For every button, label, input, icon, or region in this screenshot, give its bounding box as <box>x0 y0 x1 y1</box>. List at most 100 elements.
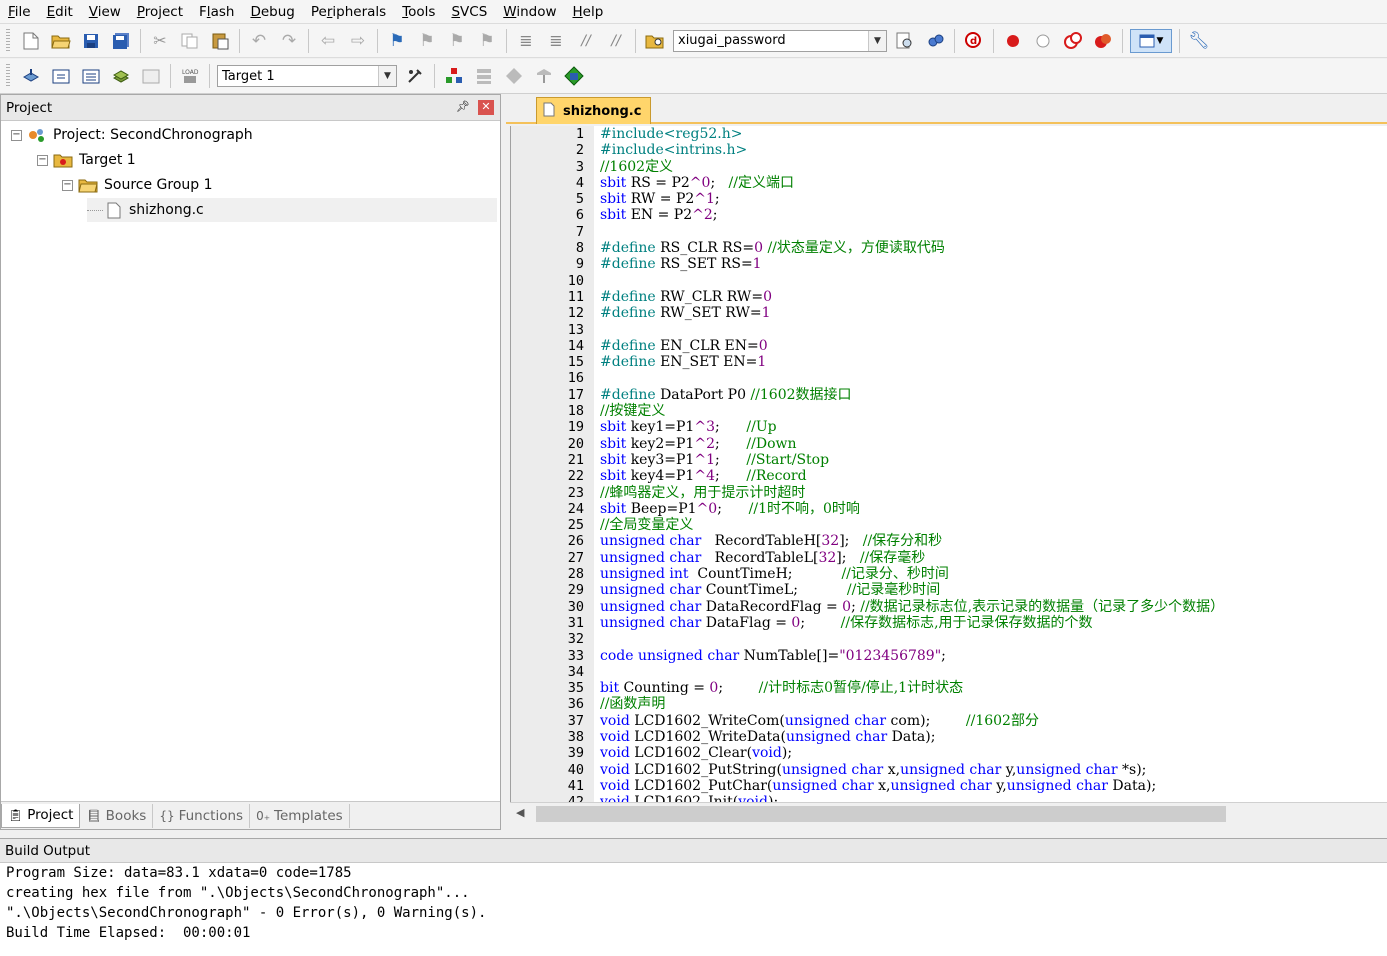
chevron-down-icon[interactable]: ▼ <box>868 30 886 51</box>
build-output-line: Build Time Elapsed: 00:00:01 <box>6 925 251 941</box>
previous-bookmark-icon[interactable]: ⚑ <box>415 29 439 53</box>
tab-project[interactable]: 📋︎ Project <box>1 803 81 828</box>
line-number: 12 <box>567 305 584 322</box>
translate-icon[interactable] <box>19 64 43 88</box>
chevron-down-icon[interactable]: ▼ <box>378 66 396 86</box>
menu-project[interactable]: Project <box>129 1 191 23</box>
menu-file[interactable]: File <box>0 1 39 23</box>
start-debug-icon[interactable]: d <box>962 29 986 53</box>
insert-breakpoint-icon[interactable] <box>1001 29 1025 53</box>
tab-shizhong-c[interactable]: shizhong.c <box>536 97 651 124</box>
menu-help[interactable]: Help <box>565 1 612 23</box>
tree-node-project[interactable]: − Project: SecondChronograph <box>11 123 253 147</box>
toolbar-grip[interactable] <box>6 28 10 53</box>
pack-installer-icon[interactable] <box>532 64 556 88</box>
comment-icon[interactable]: // <box>574 29 598 53</box>
tree-node-file[interactable]: shizhong.c <box>87 198 497 222</box>
collapse-toggle-icon[interactable]: − <box>11 129 22 141</box>
configure-icon[interactable]: 🔧︎ <box>1187 29 1211 53</box>
paste-icon[interactable] <box>208 29 232 53</box>
target-combo[interactable]: Target 1 ▼ <box>217 65 397 87</box>
line-number: 3 <box>575 158 584 175</box>
batch-build-icon[interactable] <box>109 64 133 88</box>
enable-breakpoint-icon[interactable] <box>1031 29 1055 53</box>
find-in-files-icon[interactable] <box>643 29 667 53</box>
tab-books[interactable]: 📘︎ Books <box>80 803 154 828</box>
menu-debug[interactable]: Debug <box>242 1 302 23</box>
tab-label: Templates <box>274 807 343 824</box>
cut-icon[interactable]: ✂ <box>148 29 172 53</box>
toolbar-grip[interactable] <box>6 64 10 88</box>
uncomment-icon[interactable]: // <box>604 29 628 53</box>
menu-svcs[interactable]: SVCS <box>443 1 495 23</box>
indent-icon[interactable]: ≣ <box>514 29 538 53</box>
window-layout-icon[interactable]: ▼ <box>1130 28 1172 53</box>
folder-icon <box>78 177 98 193</box>
tree-node-group[interactable]: − Source Group 1 <box>62 173 213 197</box>
find-combo[interactable]: xiugai_password ▼ <box>673 29 887 52</box>
disable-breakpoints-icon[interactable] <box>1061 29 1085 53</box>
save-all-icon[interactable] <box>109 29 133 53</box>
line-number: 29 <box>567 582 584 599</box>
close-icon[interactable]: ✕ <box>478 100 494 115</box>
next-bookmark-icon[interactable]: ⚑ <box>445 29 469 53</box>
line-number: 34 <box>567 663 584 680</box>
code-line: void LCD1602_Clear(void); <box>600 745 793 762</box>
scrollbar-thumb[interactable] <box>536 806 1226 822</box>
menu-flash[interactable]: Flash <box>191 1 242 23</box>
horizontal-scrollbar[interactable]: ◀ <box>510 802 1387 824</box>
navigate-forward-icon[interactable]: ⇨ <box>346 29 370 53</box>
copy-icon[interactable] <box>178 29 202 53</box>
save-icon[interactable] <box>79 29 103 53</box>
menu-peripherals[interactable]: Peripherals <box>303 1 394 23</box>
manage-rte-icon[interactable] <box>502 64 526 88</box>
tab-label: Project <box>27 807 74 823</box>
build-output-panel: Build Output Program Size: data=83.1 xda… <box>0 838 1387 956</box>
scroll-left-icon[interactable]: ◀ <box>516 806 524 819</box>
tab-templates[interactable]: 0₊ Templates <box>250 803 350 828</box>
pin-icon[interactable]: 📌︎ <box>456 100 470 113</box>
kill-breakpoints-icon[interactable] <box>1091 29 1115 53</box>
menu-window[interactable]: Window <box>495 1 564 23</box>
build-icon[interactable] <box>49 64 73 88</box>
download-icon[interactable]: LOAD <box>178 64 202 88</box>
target-options-icon[interactable] <box>403 64 427 88</box>
menu-view[interactable]: View <box>81 1 129 23</box>
select-packs-icon[interactable] <box>472 64 496 88</box>
find-icon[interactable] <box>893 29 917 53</box>
manage-project-items-icon[interactable] <box>442 64 466 88</box>
undo-icon[interactable]: ↶ <box>247 29 271 53</box>
build-output-text[interactable]: Program Size: data=83.1 xdata=0 code=178… <box>0 863 1387 943</box>
editor-panel: shizhong.c 1 2 3 4 5 6 7 8 9 10 11 12 13 14 15 16 17 18 19… <box>506 94 1387 830</box>
navigate-back-icon[interactable]: ⇦ <box>316 29 340 53</box>
rebuild-icon[interactable] <box>79 64 103 88</box>
line-number: 10 <box>567 272 584 289</box>
code-area[interactable]: #include<reg52.h> #include<intrins.h>//16… <box>594 126 1387 802</box>
tab-functions[interactable]: {} Functions <box>153 803 251 828</box>
incremental-find-icon[interactable] <box>923 29 947 53</box>
menu-tools[interactable]: Tools <box>394 1 443 23</box>
stop-build-icon[interactable] <box>139 64 163 88</box>
redo-icon[interactable]: ↷ <box>277 29 301 53</box>
code-line: #define RW_SET RW=1 <box>600 305 771 322</box>
collapse-toggle-icon[interactable]: − <box>62 179 73 191</box>
target-folder-icon <box>53 152 73 168</box>
build-output-line: creating hex file from ".\Objects\Second… <box>6 885 470 901</box>
templates-icon: 0₊ <box>256 808 271 823</box>
line-number: 19 <box>567 419 584 436</box>
line-number: 28 <box>567 566 584 583</box>
rte-icon[interactable] <box>562 64 586 88</box>
clear-bookmarks-icon[interactable]: ⚑ <box>475 29 499 53</box>
new-file-icon[interactable] <box>19 29 43 53</box>
menu-edit[interactable]: Edit <box>39 1 81 23</box>
open-file-icon[interactable] <box>49 29 73 53</box>
unindent-icon[interactable]: ≣ <box>544 29 568 53</box>
insert-bookmark-icon[interactable]: ⚑ <box>385 29 409 53</box>
tree-node-target[interactable]: − Target 1 <box>37 148 136 172</box>
line-number: 25 <box>567 517 584 534</box>
tree-label: Target 1 <box>79 152 136 168</box>
collapse-toggle-icon[interactable]: − <box>37 154 48 166</box>
